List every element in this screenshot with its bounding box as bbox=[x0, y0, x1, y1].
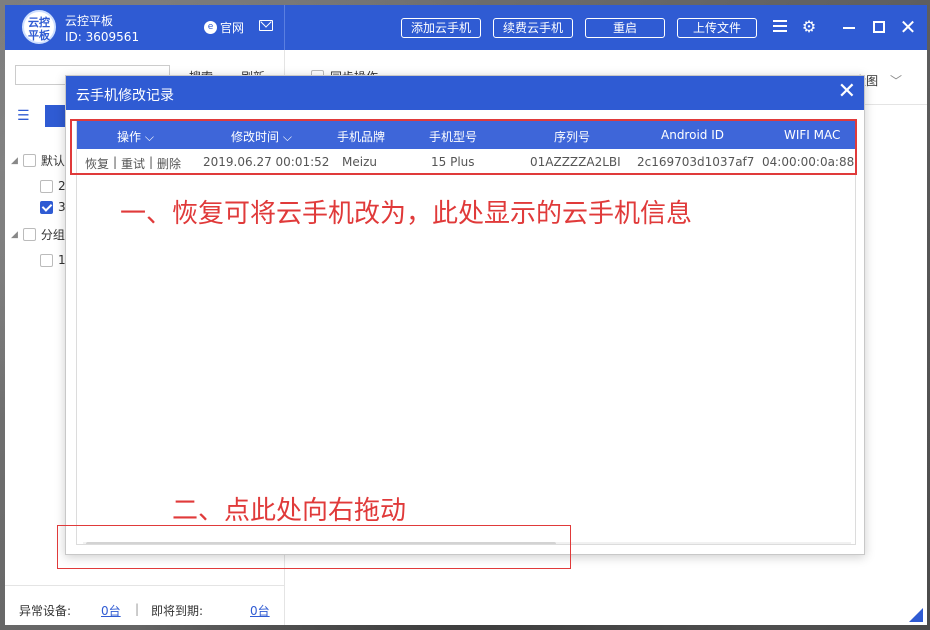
app-logo: 云控 平板 bbox=[22, 10, 56, 44]
renew-phone-button[interactable]: 续费云手机 bbox=[493, 18, 573, 38]
official-label: 官网 bbox=[220, 21, 245, 35]
tree-item-1[interactable]: 1 bbox=[40, 253, 66, 267]
add-phone-button[interactable]: 添加云手机 bbox=[401, 18, 481, 38]
chevron-down-icon: ﹀ bbox=[889, 74, 902, 88]
title-bar: 云控 平板 云控平板 ID: 3609561 e 官网 添加云手机 续费云手机 重… bbox=[5, 5, 927, 50]
settings-gear-icon[interactable]: ⚙ bbox=[799, 17, 819, 37]
highlight-box-table bbox=[70, 119, 857, 175]
collapse-triangle-icon[interactable]: ◢ bbox=[11, 230, 18, 240]
official-site-link[interactable]: e 官网 bbox=[204, 19, 244, 36]
logo-text-1: 云控 bbox=[28, 16, 50, 29]
dialog-title-bar: 云手机修改记录 ✕ bbox=[66, 76, 864, 110]
tree-checkbox[interactable] bbox=[40, 253, 53, 267]
menu-icon[interactable] bbox=[770, 17, 790, 37]
tree-checkbox[interactable] bbox=[22, 228, 36, 241]
tree-checkbox[interactable] bbox=[22, 154, 36, 167]
tree-label: 分组 bbox=[40, 228, 65, 242]
globe-icon: e bbox=[204, 21, 217, 34]
minimize-icon[interactable] bbox=[839, 17, 859, 37]
abnormal-count-link[interactable]: 0台 bbox=[101, 602, 121, 619]
tree-item-2[interactable]: 2 bbox=[40, 179, 66, 193]
mail-icon[interactable] bbox=[259, 20, 273, 31]
maximize-icon[interactable] bbox=[869, 17, 889, 37]
app-name: 云控平板 bbox=[65, 14, 114, 28]
annotation-note-2: 二、点此处向右拖动 bbox=[172, 496, 407, 526]
app-id: ID: 3609561 bbox=[65, 30, 140, 44]
tree-checkbox[interactable] bbox=[40, 179, 53, 193]
collapse-triangle-icon[interactable]: ◢ bbox=[11, 156, 18, 166]
abnormal-label: 异常设备: bbox=[19, 604, 72, 618]
tree-label: 默认 bbox=[40, 154, 65, 168]
annotation-note-1: 一、恢复可将云手机改为，此处显示的云手机信息 bbox=[120, 199, 693, 229]
footer-divider: | bbox=[135, 602, 140, 616]
restart-button[interactable]: 重启 bbox=[585, 18, 665, 38]
expiring-count-link[interactable]: 0台 bbox=[250, 602, 270, 619]
title-divider bbox=[284, 5, 285, 50]
dialog-close-icon[interactable]: ✕ bbox=[838, 80, 856, 104]
window-close-icon[interactable]: ✕ bbox=[898, 17, 918, 37]
highlight-box-scrollbar bbox=[57, 525, 571, 569]
expiring-label: 即将到期: bbox=[151, 604, 204, 618]
tree-item-group[interactable]: ◢ 分组 bbox=[11, 226, 65, 243]
tree-item-3[interactable]: 3 bbox=[40, 200, 66, 214]
sort-icon[interactable]: ☰ bbox=[17, 108, 30, 124]
resize-grip-icon[interactable] bbox=[909, 608, 923, 622]
upload-file-button[interactable]: 上传文件 bbox=[677, 18, 757, 38]
tree-item-default[interactable]: ◢ 默认 bbox=[11, 152, 65, 169]
dialog-title: 云手机修改记录 bbox=[76, 88, 174, 104]
record-table: 操作 ⌵ 修改时间 ⌵ 手机品牌 手机型号 序列号 Android ID WIF… bbox=[76, 120, 856, 545]
logo-text-2: 平板 bbox=[28, 29, 50, 42]
left-panel-footer: 异常设备: 0台 | 即将到期: 0台 bbox=[5, 585, 285, 625]
tree-checkbox-checked[interactable] bbox=[40, 200, 53, 214]
